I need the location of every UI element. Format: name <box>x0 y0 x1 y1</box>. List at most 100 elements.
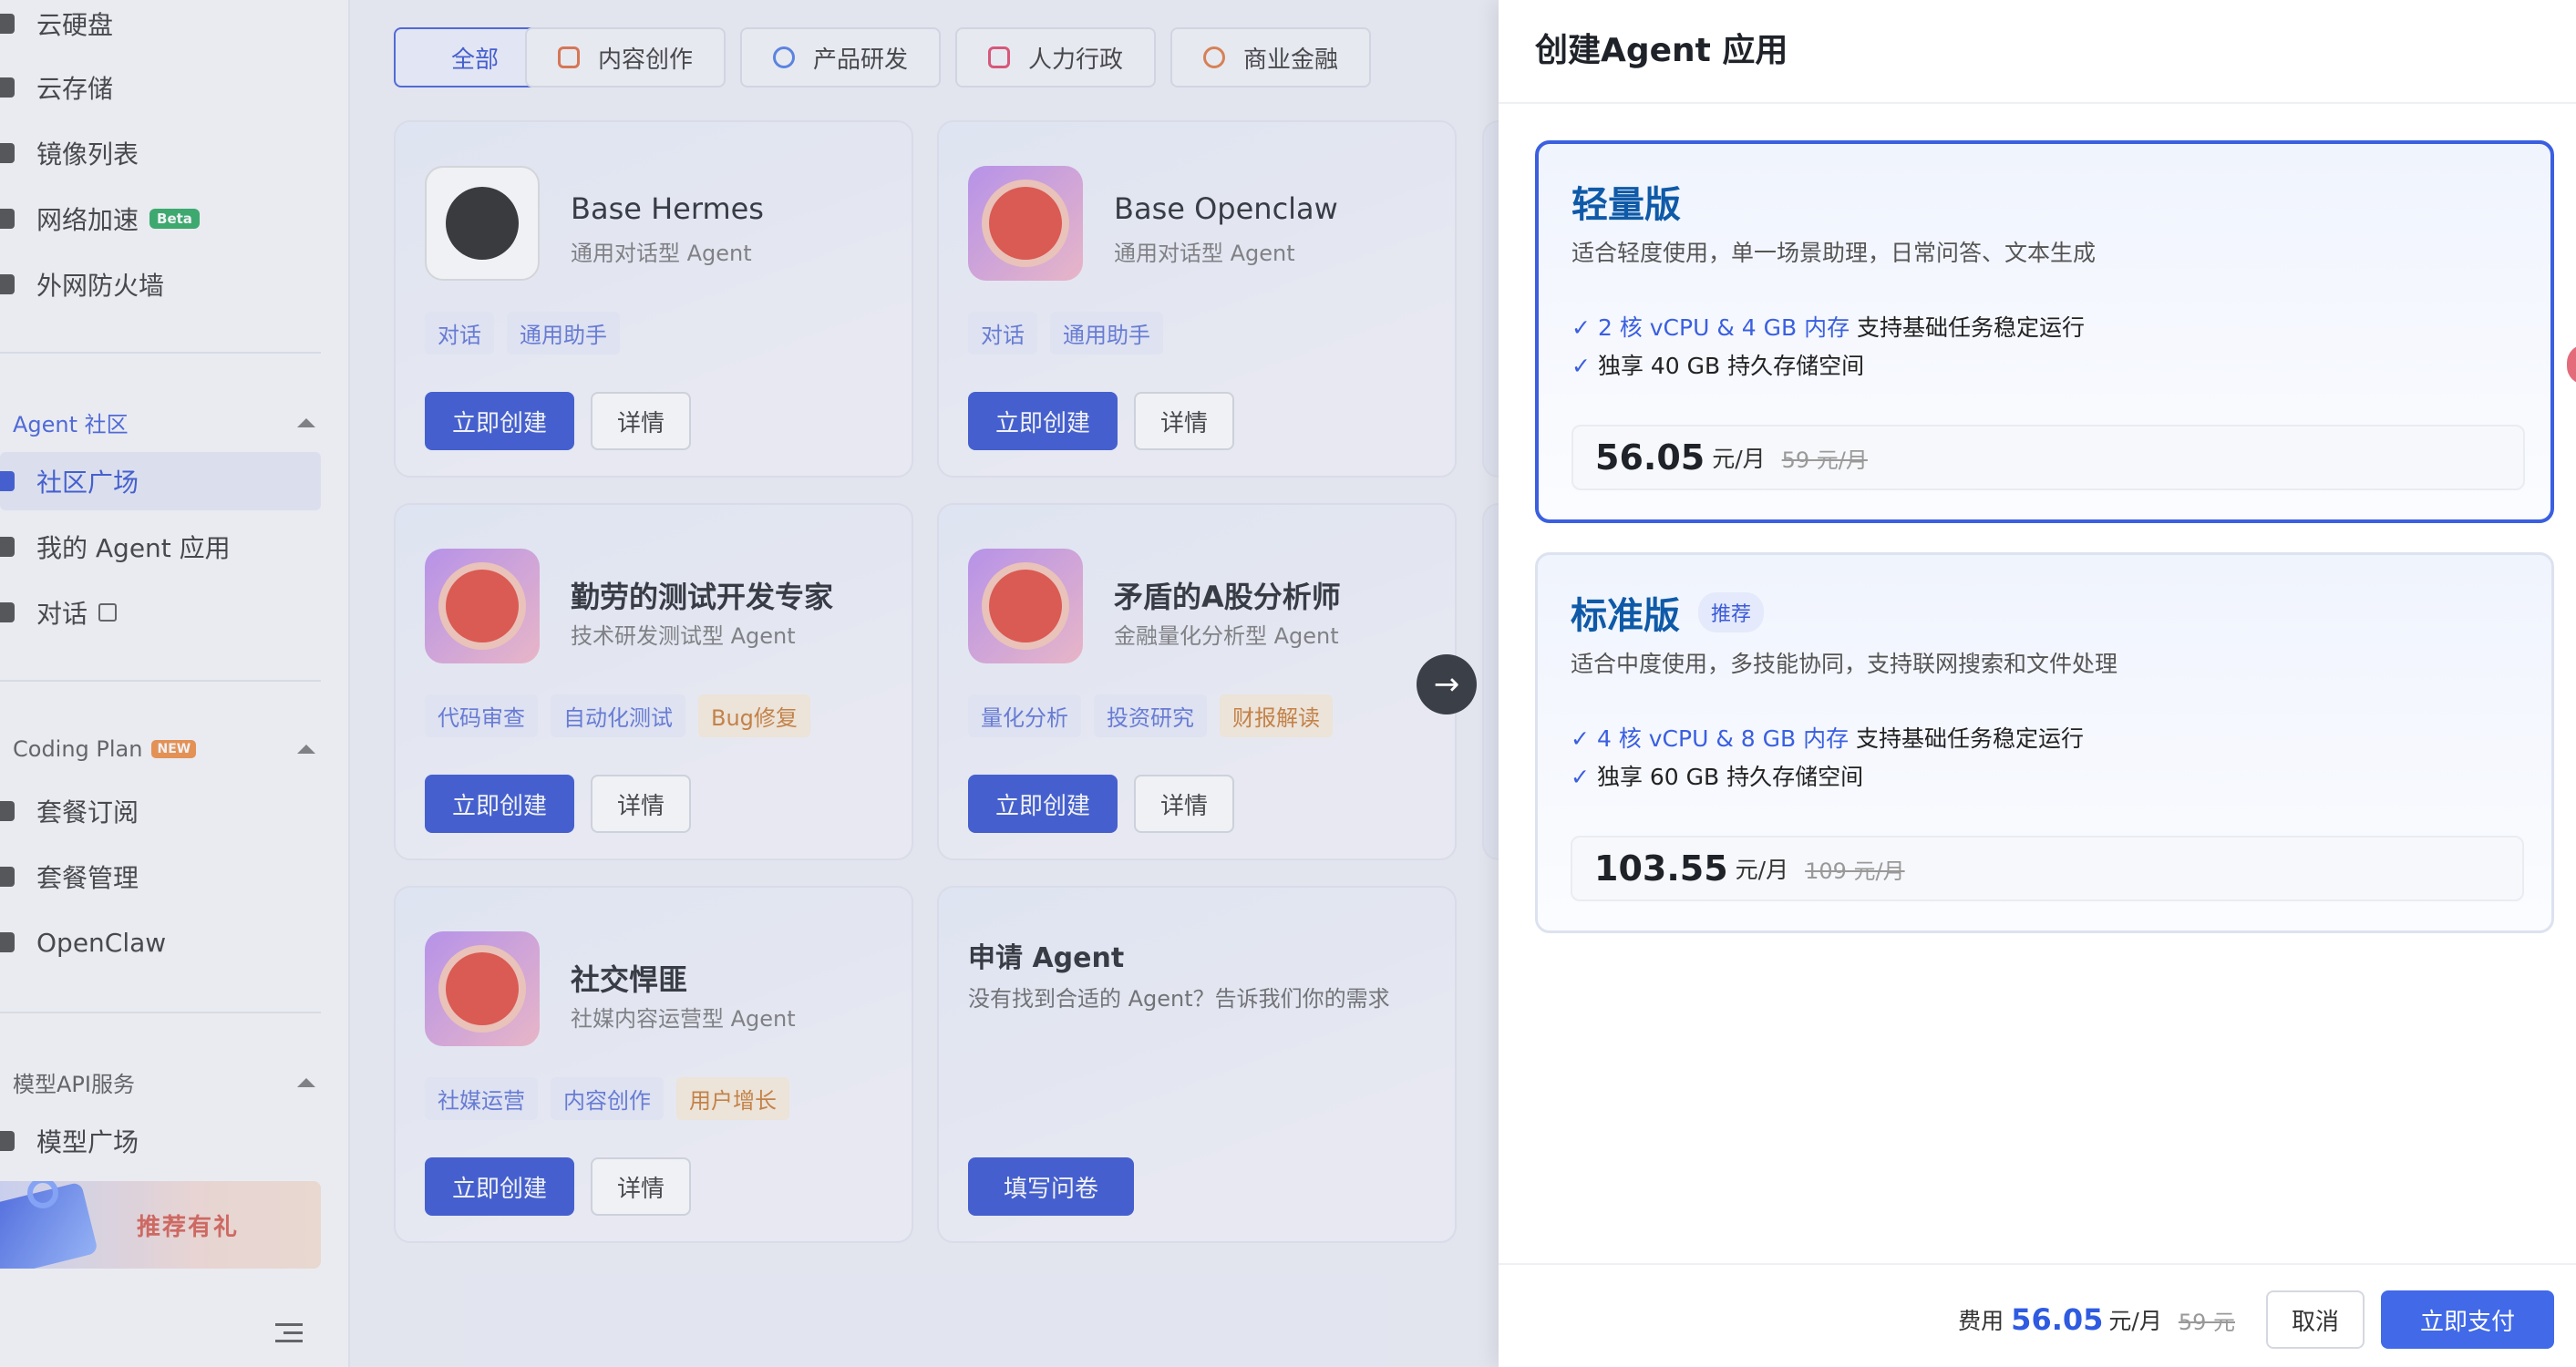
storage-icon <box>0 77 15 98</box>
lobster-mascot-icon <box>989 570 1062 642</box>
sidebar-item-cloud-storage[interactable]: 云存储 <box>0 58 113 117</box>
plan-card-standard[interactable]: 标准版 推荐 适合中度使用，多技能协同，支持联网搜索和文件处理 ✓ 4 核 vCP… <box>1535 552 2554 933</box>
tag: 对话 <box>968 312 1037 355</box>
filter-tab-hr-admin[interactable]: 人力行政 <box>955 27 1156 87</box>
feature-highlight: 2 核 vCPU & 4 GB 内存 <box>1597 314 1850 341</box>
agent-avatar <box>968 549 1083 663</box>
details-button[interactable]: 详情 <box>1134 775 1234 833</box>
sidebar-group-coding-plan[interactable]: Coding Plan NEW <box>13 736 315 762</box>
tag: 内容创作 <box>551 1077 664 1120</box>
create-now-button[interactable]: 立即创建 <box>968 775 1118 833</box>
filter-tab-product-rd[interactable]: 产品研发 <box>740 27 941 87</box>
plan-feature: ✓ 4 核 vCPU & 8 GB 内存 支持基础任务稳定运行 <box>1571 721 2084 754</box>
plan-price: 103.55 <box>1594 848 1728 889</box>
agent-subtitle: 技术研发测试型 Agent <box>571 623 796 649</box>
referral-promo-banner[interactable]: 推荐有礼 <box>0 1181 321 1269</box>
collapse-sidebar-icon[interactable] <box>275 1323 303 1345</box>
agent-card[interactable]: 勤劳的测试开发专家 技术研发测试型 Agent 代码审查 自动化测试 Bug修复… <box>394 503 913 860</box>
openclaw-icon <box>0 932 15 952</box>
sidebar-item-label: 云硬盘 <box>36 10 114 40</box>
plan-feature: ✓ 2 核 vCPU & 4 GB 内存 支持基础任务稳定运行 <box>1571 310 2085 343</box>
check-icon: ✓ <box>1571 764 1590 790</box>
agent-tags: 量化分析 投资研究 财报解读 <box>968 694 1333 737</box>
arrow-right-icon[interactable]: → <box>1417 654 1477 714</box>
apply-agent-description: 没有找到合适的 Agent？告诉我们你的需求 <box>968 986 1390 1012</box>
feature-highlight: 4 核 vCPU & 8 GB 内存 <box>1596 725 1850 752</box>
plan-feature: ✓ 独享 40 GB 持久存储空间 <box>1571 348 1864 381</box>
fill-survey-button[interactable]: 填写问卷 <box>968 1157 1134 1216</box>
sidebar-item-cloud-disk[interactable]: 云硬盘 <box>0 0 113 53</box>
sidebar-item-model-square[interactable]: 模型广场 <box>0 1112 139 1170</box>
fee-price: 56.05 <box>2011 1302 2104 1337</box>
sidebar-item-openclaw[interactable]: OpenClaw <box>0 913 166 971</box>
sidebar-item-firewall[interactable]: 外网防火墙 <box>0 255 164 313</box>
sidebar-item-label: 模型广场 <box>36 1127 139 1157</box>
disk-icon <box>0 14 15 34</box>
feature-text: 支持基础任务稳定运行 <box>1850 314 2086 341</box>
fee-label: 费用 <box>1958 1308 2004 1334</box>
sidebar-item-network-accel[interactable]: 网络加速 Beta <box>0 190 200 248</box>
sidebar-item-image-list[interactable]: 镜像列表 <box>0 124 139 182</box>
plan-original-price: 109 元/月 <box>1805 858 1905 884</box>
lobster-mascot-icon <box>446 570 519 642</box>
plan-manage-icon <box>0 867 15 887</box>
filter-tab-content-creation[interactable]: 内容创作 <box>525 27 726 87</box>
tag: 代码审查 <box>425 694 538 737</box>
lightbulb-icon <box>772 46 795 68</box>
details-button[interactable]: 详情 <box>591 775 691 833</box>
create-now-button[interactable]: 立即创建 <box>425 1157 574 1216</box>
sidebar-item-label: 社区广场 <box>36 468 139 498</box>
image-list-icon <box>0 143 15 163</box>
agent-subtitle: 金融量化分析型 Agent <box>1114 623 1339 649</box>
filter-tab-business-finance[interactable]: 商业金融 <box>1170 27 1371 87</box>
tag: 通用助手 <box>1050 312 1163 355</box>
group-title: 模型API服务 <box>13 1072 135 1097</box>
sidebar-group-agent-community[interactable]: Agent 社区 <box>13 406 315 438</box>
plan-original-price: 59 元/月 <box>1781 447 1868 473</box>
plan-card-lite[interactable]: 轻量版 适合轻度使用，单一场景助理，日常问答、文本生成 ✓ 2 核 vCPU & … <box>1535 140 2554 523</box>
sidebar-item-community-square[interactable]: 社区广场 <box>0 452 321 510</box>
lobster-mascot-icon <box>446 952 519 1025</box>
cancel-button[interactable]: 取消 <box>2266 1290 2365 1349</box>
apply-agent-card[interactable]: 申请 Agent 没有找到合适的 Agent？告诉我们你的需求 填写问卷 <box>937 886 1457 1243</box>
create-now-button[interactable]: 立即创建 <box>425 775 574 833</box>
agent-subtitle: 通用对话型 Agent <box>571 241 752 266</box>
sidebar-item-chat[interactable]: 对话 <box>0 583 118 642</box>
details-button[interactable]: 详情 <box>1134 392 1234 450</box>
tag: 对话 <box>425 312 494 355</box>
agent-title: 矛盾的A股分析师 <box>1114 580 1341 614</box>
sidebar-item-label: 镜像列表 <box>36 139 139 170</box>
sidebar-item-my-agent[interactable]: 我的 Agent 应用 <box>0 518 231 576</box>
floating-side-handle[interactable] <box>2567 344 2576 385</box>
firewall-icon <box>0 274 15 294</box>
agent-avatar <box>425 166 540 281</box>
create-now-button[interactable]: 立即创建 <box>425 392 574 450</box>
plan-price-box: 56.05 元/月 59 元/月 <box>1571 425 2525 490</box>
agent-tags: 社媒运营 内容创作 用户增长 <box>425 1077 789 1120</box>
tag: 财报解读 <box>1220 694 1333 737</box>
drawer-title: 创建Agent 应用 <box>1535 32 1788 69</box>
group-title: Agent 社区 <box>13 412 129 437</box>
tag: 社媒运营 <box>425 1077 538 1120</box>
agent-card[interactable]: 社交悍匪 社媒内容运营型 Agent 社媒运营 内容创作 用户增长 立即创建 详… <box>394 886 913 1243</box>
pay-now-button[interactable]: 立即支付 <box>2381 1290 2554 1349</box>
agent-card[interactable]: Base Hermes 通用对话型 Agent 对话 通用助手 立即创建 详情 <box>394 120 913 478</box>
subscribe-icon <box>0 801 15 821</box>
chevron-up-icon <box>297 1077 315 1087</box>
plan-price-unit: 元/月 <box>1712 446 1766 472</box>
main-content: 全部 内容创作 产品研发 人力行政 商业金融 Base Hermes 通用对话型… <box>352 0 1510 1367</box>
details-button[interactable]: 详情 <box>591 392 691 450</box>
agent-title: Base Openclaw <box>1114 191 1338 226</box>
sidebar-group-model-api[interactable]: 模型API服务 <box>13 1066 315 1098</box>
create-now-button[interactable]: 立即创建 <box>968 392 1118 450</box>
agent-tags: 对话 通用助手 <box>968 312 1163 355</box>
new-badge: NEW <box>151 740 197 758</box>
check-icon: ✓ <box>1571 353 1591 379</box>
details-button[interactable]: 详情 <box>591 1157 691 1216</box>
agent-card[interactable]: Base Openclaw 通用对话型 Agent 对话 通用助手 立即创建 详… <box>937 120 1457 478</box>
sidebar-item-plan-subscribe[interactable]: 套餐订阅 <box>0 782 139 840</box>
plan-name: 标准版 推荐 <box>1571 586 1765 639</box>
agent-card[interactable]: 矛盾的A股分析师 金融量化分析型 Agent 量化分析 投资研究 财报解读 立即… <box>937 503 1457 860</box>
drawer-header-divider <box>1499 102 2576 104</box>
sidebar-item-plan-manage[interactable]: 套餐管理 <box>0 848 139 906</box>
